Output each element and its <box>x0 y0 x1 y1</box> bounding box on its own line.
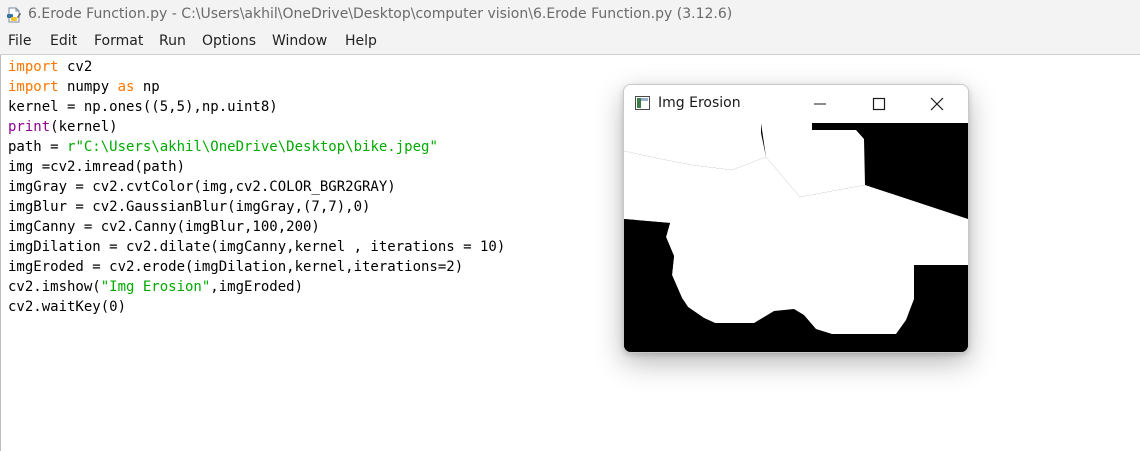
code-line[interactable]: cv2.waitKey(0) <box>8 297 505 317</box>
code-token: (kernel) <box>50 119 118 135</box>
image-window[interactable]: Img Erosion <box>623 84 969 353</box>
code-token: cv2.waitKey(0) <box>8 299 127 315</box>
code-token: numpy <box>58 79 118 95</box>
code-line[interactable]: print(kernel) <box>8 117 505 137</box>
code-line[interactable]: path = r"C:\Users\akhil\OneDrive\Desktop… <box>8 137 505 157</box>
code-line[interactable]: imgGray = cv2.cvtColor(img,cv2.COLOR_BGR… <box>8 177 505 197</box>
image-window-title-bar[interactable]: Img Erosion <box>624 85 968 123</box>
menu-window[interactable]: Window <box>272 33 327 49</box>
code-token: np <box>134 79 160 95</box>
menu-options[interactable]: Options <box>202 33 256 49</box>
title-bar: 6.Erode Function.py - C:\Users\akhil\One… <box>0 0 1140 30</box>
image-window-title: Img Erosion <box>658 95 741 111</box>
menu-run[interactable]: Run <box>159 33 186 49</box>
code-line[interactable]: imgDilation = cv2.dilate(imgCanny,kernel… <box>8 237 505 257</box>
code-line[interactable]: kernel = np.ones((5,5),np.uint8) <box>8 97 505 117</box>
code-line[interactable]: imgCanny = cv2.Canny(imgBlur,100,200) <box>8 217 505 237</box>
code-editor[interactable]: import cv2 import numpy as np kernel = np.… <box>0 55 1140 451</box>
python-file-icon <box>7 7 21 23</box>
string-token: "Img Erosion" <box>100 279 211 295</box>
code-text[interactable]: import cv2 import numpy as np kernel = np.… <box>8 57 505 317</box>
code-token: kernel = np.ones((5,5),np.uint8) <box>8 99 278 115</box>
code-token: imgGray = cv2.cvtColor(img,cv2.COLOR_BGR… <box>8 179 396 195</box>
code-line[interactable]: img =cv2.imread(path) <box>8 157 505 177</box>
maximize-icon[interactable] <box>867 93 891 115</box>
code-token: imgEroded = cv2.erode(imgDilation,kernel… <box>8 259 464 275</box>
menu-bar: File Edit Format Run Options Window Help <box>0 30 1140 55</box>
keyword-token: import <box>8 59 59 75</box>
keyword-token: as <box>117 79 135 95</box>
eroded-image <box>624 123 968 352</box>
code-line[interactable]: cv2.imshow("Img Erosion",imgEroded) <box>8 277 505 297</box>
menu-file[interactable]: File <box>8 33 31 49</box>
code-token: img =cv2.imread(path) <box>8 159 186 175</box>
string-token: r"C:\Users\akhil\OneDrive\Desktop\bike.j… <box>67 139 438 155</box>
code-token: ,imgEroded) <box>210 279 304 295</box>
minimize-icon[interactable] <box>808 93 832 115</box>
menu-format[interactable]: Format <box>94 33 143 49</box>
code-line[interactable]: import numpy as np <box>8 77 505 97</box>
code-token: cv2.imshow( <box>8 279 101 295</box>
menu-edit[interactable]: Edit <box>50 33 77 49</box>
window-title: 6.Erode Function.py - C:\Users\akhil\One… <box>28 6 733 22</box>
opencv-window-icon <box>635 96 650 110</box>
code-token: imgCanny = cv2.Canny(imgBlur,100,200) <box>8 219 320 235</box>
code-token: cv2 <box>58 59 93 75</box>
code-line[interactable]: imgEroded = cv2.erode(imgDilation,kernel… <box>8 257 505 277</box>
code-line[interactable]: import cv2 <box>8 57 505 77</box>
menu-help[interactable]: Help <box>345 33 377 49</box>
code-token: imgBlur = cv2.GaussianBlur(imgGray,(7,7)… <box>8 199 371 215</box>
code-line[interactable]: imgBlur = cv2.GaussianBlur(imgGray,(7,7)… <box>8 197 505 217</box>
code-token: imgDilation = cv2.dilate(imgCanny,kernel… <box>8 239 506 255</box>
code-token: path = <box>8 139 68 155</box>
close-icon[interactable] <box>925 93 949 115</box>
builtin-token: print <box>8 119 51 135</box>
keyword-token: import <box>8 79 59 95</box>
